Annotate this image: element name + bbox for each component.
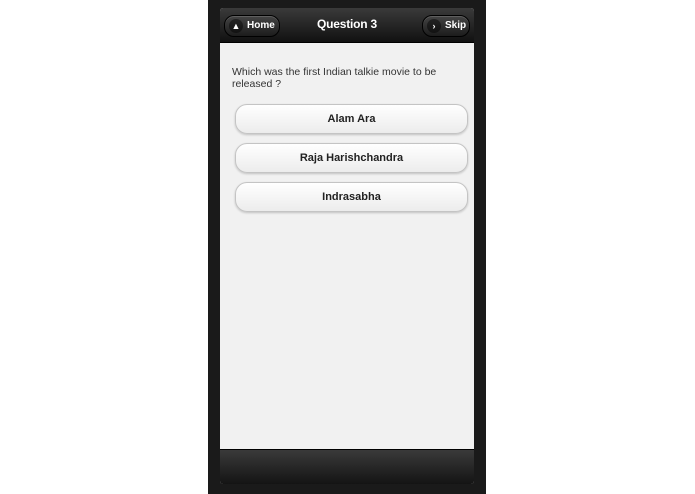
device-frame: ▲ Home Question 3 › Skip Which was the f… [208, 0, 486, 494]
header-bar: ▲ Home Question 3 › Skip [220, 8, 474, 43]
arrow-right-icon: › [427, 19, 441, 33]
footer-bar [220, 449, 474, 484]
skip-button-label: Skip [445, 20, 467, 31]
answer-list: Alam Ara Raja Harishchandra Indrasabha [235, 104, 468, 221]
question-text: Which was the first Indian talkie movie … [232, 66, 437, 90]
skip-button[interactable]: › Skip [422, 15, 470, 37]
answer-button-2[interactable]: Raja Harishchandra [235, 143, 468, 173]
app-screen: ▲ Home Question 3 › Skip Which was the f… [220, 8, 474, 484]
answer-button-1[interactable]: Alam Ara [235, 104, 468, 134]
answer-button-3[interactable]: Indrasabha [235, 182, 468, 212]
